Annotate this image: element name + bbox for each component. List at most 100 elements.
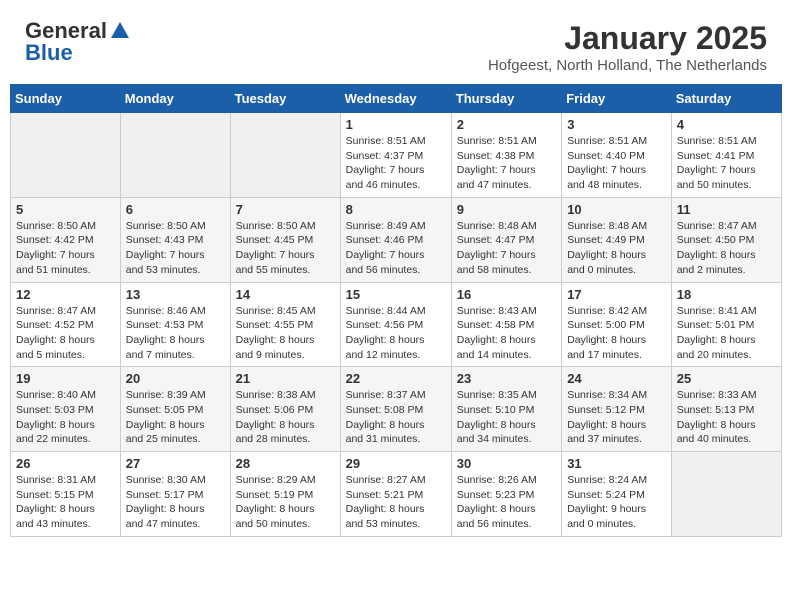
day-number: 10 [567, 202, 666, 217]
day-info: Sunrise: 8:47 AMSunset: 4:50 PMDaylight:… [677, 219, 776, 278]
calendar-cell: 2 Sunrise: 8:51 AMSunset: 4:38 PMDaylight… [451, 113, 561, 198]
day-info: Sunrise: 8:46 AMSunset: 4:53 PMDaylight:… [126, 304, 225, 363]
calendar-cell: 21 Sunrise: 8:38 AMSunset: 5:06 PMDayligh… [230, 367, 340, 452]
calendar-cell: 5Sunrise: 8:50 AMSunset: 4:42 PMDaylight… [11, 197, 121, 282]
page-header: General Blue January 2025 Hofgeest, Nort… [10, 10, 782, 79]
location: Hofgeest, North Holland, The Netherlands [488, 57, 767, 74]
month-year: January 2025 [488, 20, 767, 57]
day-number: 14 [236, 287, 335, 302]
calendar-cell [230, 113, 340, 198]
day-info: Sunrise: 8:29 AMSunset: 5:19 PMDaylight:… [236, 473, 335, 532]
day-info: Sunrise: 8:50 AMSunset: 4:42 PMDaylight:… [16, 219, 115, 278]
day-info: Sunrise: 8:42 AMSunset: 5:00 PMDaylight:… [567, 304, 666, 363]
day-info: Sunrise: 8:39 AMSunset: 5:05 PMDaylight:… [126, 388, 225, 447]
calendar-cell [671, 452, 781, 537]
day-number: 21 [236, 371, 335, 386]
calendar-cell: 15 Sunrise: 8:44 AMSunset: 4:56 PMDayligh… [340, 282, 451, 367]
day-number: 11 [677, 202, 776, 217]
day-info: Sunrise: 8:34 AMSunset: 5:12 PMDaylight:… [567, 388, 666, 447]
day-info: Sunrise: 8:47 AMSunset: 4:52 PMDaylight:… [16, 304, 115, 363]
calendar-cell: 24 Sunrise: 8:34 AMSunset: 5:12 PMDayligh… [562, 367, 672, 452]
day-number: 12 [16, 287, 115, 302]
day-info: Sunrise: 8:48 AMSunset: 4:49 PMDaylight:… [567, 219, 666, 278]
day-info: Sunrise: 8:31 AMSunset: 5:15 PMDaylight:… [16, 473, 115, 532]
day-number: 6 [126, 202, 225, 217]
calendar-week-row: 5Sunrise: 8:50 AMSunset: 4:42 PMDaylight… [11, 197, 782, 282]
day-number: 18 [677, 287, 776, 302]
day-info: Sunrise: 8:35 AMSunset: 5:10 PMDaylight:… [457, 388, 556, 447]
day-info: Sunrise: 8:51 AMSunset: 4:37 PMDaylight:… [346, 134, 446, 193]
calendar-cell: 16 Sunrise: 8:43 AMSunset: 4:58 PMDayligh… [451, 282, 561, 367]
day-info: Sunrise: 8:38 AMSunset: 5:06 PMDaylight:… [236, 388, 335, 447]
day-number: 2 [457, 117, 556, 132]
day-number: 25 [677, 371, 776, 386]
col-header-friday: Friday [562, 85, 672, 113]
calendar-cell: 19 Sunrise: 8:40 AMSunset: 5:03 PMDayligh… [11, 367, 121, 452]
calendar-cell: 1 Sunrise: 8:51 AMSunset: 4:37 PMDaylight… [340, 113, 451, 198]
day-number: 22 [346, 371, 446, 386]
day-number: 1 [346, 117, 446, 132]
col-header-sunday: Sunday [11, 85, 121, 113]
day-number: 15 [346, 287, 446, 302]
day-info: Sunrise: 8:27 AMSunset: 5:21 PMDaylight:… [346, 473, 446, 532]
day-number: 29 [346, 456, 446, 471]
day-number: 27 [126, 456, 225, 471]
day-info: Sunrise: 8:48 AMSunset: 4:47 PMDaylight:… [457, 219, 556, 278]
day-number: 24 [567, 371, 666, 386]
day-number: 26 [16, 456, 115, 471]
day-info: Sunrise: 8:41 AMSunset: 5:01 PMDaylight:… [677, 304, 776, 363]
day-number: 4 [677, 117, 776, 132]
calendar-cell [120, 113, 230, 198]
col-header-saturday: Saturday [671, 85, 781, 113]
calendar-cell: 18 Sunrise: 8:41 AMSunset: 5:01 PMDayligh… [671, 282, 781, 367]
calendar-cell: 12 Sunrise: 8:47 AMSunset: 4:52 PMDayligh… [11, 282, 121, 367]
col-header-tuesday: Tuesday [230, 85, 340, 113]
calendar-cell: 8Sunrise: 8:49 AMSunset: 4:46 PMDaylight… [340, 197, 451, 282]
calendar-table: SundayMondayTuesdayWednesdayThursdayFrid… [10, 84, 782, 537]
calendar-cell: 9 Sunrise: 8:48 AMSunset: 4:47 PMDaylight… [451, 197, 561, 282]
day-number: 28 [236, 456, 335, 471]
day-number: 7 [236, 202, 335, 217]
day-number: 17 [567, 287, 666, 302]
col-header-monday: Monday [120, 85, 230, 113]
logo-icon [109, 20, 131, 42]
day-number: 16 [457, 287, 556, 302]
col-header-thursday: Thursday [451, 85, 561, 113]
day-info: Sunrise: 8:45 AMSunset: 4:55 PMDaylight:… [236, 304, 335, 363]
day-info: Sunrise: 8:26 AMSunset: 5:23 PMDaylight:… [457, 473, 556, 532]
calendar-cell: 10 Sunrise: 8:48 AMSunset: 4:49 PMDayligh… [562, 197, 672, 282]
day-number: 9 [457, 202, 556, 217]
calendar-cell: 11 Sunrise: 8:47 AMSunset: 4:50 PMDayligh… [671, 197, 781, 282]
logo: General Blue [25, 20, 131, 65]
day-number: 30 [457, 456, 556, 471]
calendar-cell: 25 Sunrise: 8:33 AMSunset: 5:13 PMDayligh… [671, 367, 781, 452]
calendar-cell [11, 113, 121, 198]
day-number: 20 [126, 371, 225, 386]
day-number: 19 [16, 371, 115, 386]
logo-general: General [25, 20, 107, 42]
calendar-cell: 3 Sunrise: 8:51 AMSunset: 4:40 PMDaylight… [562, 113, 672, 198]
calendar-week-row: 19 Sunrise: 8:40 AMSunset: 5:03 PMDayligh… [11, 367, 782, 452]
day-info: Sunrise: 8:50 AMSunset: 4:45 PMDaylight:… [236, 219, 335, 278]
calendar-cell: 23Sunrise: 8:35 AMSunset: 5:10 PMDayligh… [451, 367, 561, 452]
calendar-cell: 17 Sunrise: 8:42 AMSunset: 5:00 PMDayligh… [562, 282, 672, 367]
day-number: 3 [567, 117, 666, 132]
day-info: Sunrise: 8:44 AMSunset: 4:56 PMDaylight:… [346, 304, 446, 363]
day-info: Sunrise: 8:37 AMSunset: 5:08 PMDaylight:… [346, 388, 446, 447]
calendar-week-row: 26 Sunrise: 8:31 AMSunset: 5:15 PMDayligh… [11, 452, 782, 537]
calendar-cell: 4Sunrise: 8:51 AMSunset: 4:41 PMDaylight… [671, 113, 781, 198]
day-info: Sunrise: 8:51 AMSunset: 4:40 PMDaylight:… [567, 134, 666, 193]
day-info: Sunrise: 8:33 AMSunset: 5:13 PMDaylight:… [677, 388, 776, 447]
calendar-cell: 20 Sunrise: 8:39 AMSunset: 5:05 PMDayligh… [120, 367, 230, 452]
day-info: Sunrise: 8:40 AMSunset: 5:03 PMDaylight:… [16, 388, 115, 447]
calendar-cell: 13Sunrise: 8:46 AMSunset: 4:53 PMDayligh… [120, 282, 230, 367]
calendar-cell: 27Sunrise: 8:30 AMSunset: 5:17 PMDayligh… [120, 452, 230, 537]
logo-blue: Blue [25, 40, 73, 65]
day-info: Sunrise: 8:43 AMSunset: 4:58 PMDaylight:… [457, 304, 556, 363]
calendar-cell: 26 Sunrise: 8:31 AMSunset: 5:15 PMDayligh… [11, 452, 121, 537]
calendar-week-row: 12 Sunrise: 8:47 AMSunset: 4:52 PMDayligh… [11, 282, 782, 367]
day-info: Sunrise: 8:51 AMSunset: 4:38 PMDaylight:… [457, 134, 556, 193]
title-block: January 2025 Hofgeest, North Holland, Th… [488, 20, 767, 74]
calendar-cell: 30 Sunrise: 8:26 AMSunset: 5:23 PMDayligh… [451, 452, 561, 537]
day-number: 8 [346, 202, 446, 217]
